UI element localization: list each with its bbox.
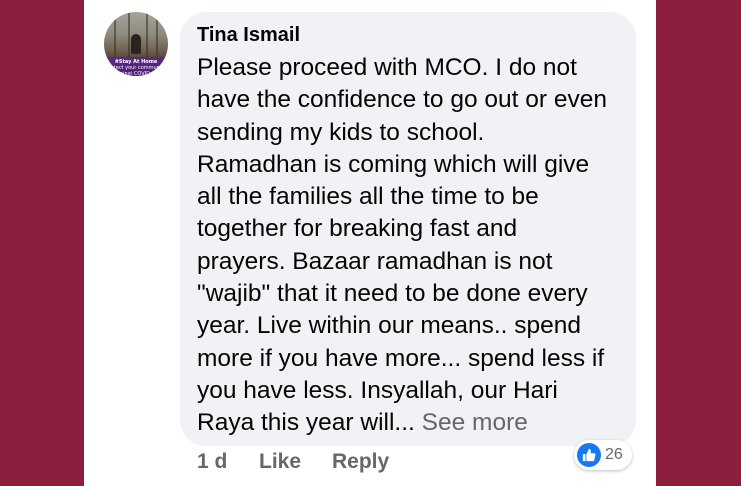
comment-line: you have less. Insyallah, our Hari bbox=[197, 376, 558, 404]
comment-author[interactable]: Tina Ismail bbox=[197, 24, 300, 47]
comment-line: together for breaking fast and bbox=[197, 215, 518, 243]
comment-line: prayers. Bazaar ramadhan is not bbox=[197, 247, 553, 275]
see-more-link[interactable]: See more bbox=[422, 409, 528, 436]
comment-timestamp[interactable]: 1 d bbox=[197, 450, 227, 474]
avatar-badge-subtitle: Protect your community against COVID-19 bbox=[105, 65, 167, 76]
comment-line: more if you have more... spend less if bbox=[197, 344, 605, 372]
comment-line: Please proceed with MCO. I do not bbox=[197, 54, 577, 81]
avatar-photo-person bbox=[131, 34, 141, 54]
comment-line: all the families all the time to be bbox=[197, 183, 539, 211]
comment-last-line: Raya this year will... See more bbox=[197, 407, 627, 439]
comment-truncated-text: Raya this year will... bbox=[197, 409, 422, 437]
like-thumb-icon bbox=[577, 443, 601, 467]
comment-line: sending my kids to school. bbox=[197, 118, 485, 146]
like-button[interactable]: Like bbox=[259, 450, 301, 474]
reaction-count: 26 bbox=[605, 446, 623, 463]
comment-line: "wajib" that it need to be done every bbox=[197, 280, 588, 308]
comment-body: Please proceed with MCO. I do not have t… bbox=[197, 52, 627, 440]
reply-button[interactable]: Reply bbox=[332, 450, 389, 474]
reaction-summary[interactable]: 26 bbox=[574, 440, 632, 470]
comment-line: year. Live within our means.. spend bbox=[197, 312, 582, 340]
comment-line: Ramadhan is coming which will give bbox=[197, 150, 590, 178]
avatar-frame-badge: #Stay At Home Protect your community aga… bbox=[104, 57, 168, 76]
comment-line: have the confidence to go out or even bbox=[197, 86, 607, 114]
avatar[interactable]: #Stay At Home Protect your community aga… bbox=[104, 12, 168, 76]
